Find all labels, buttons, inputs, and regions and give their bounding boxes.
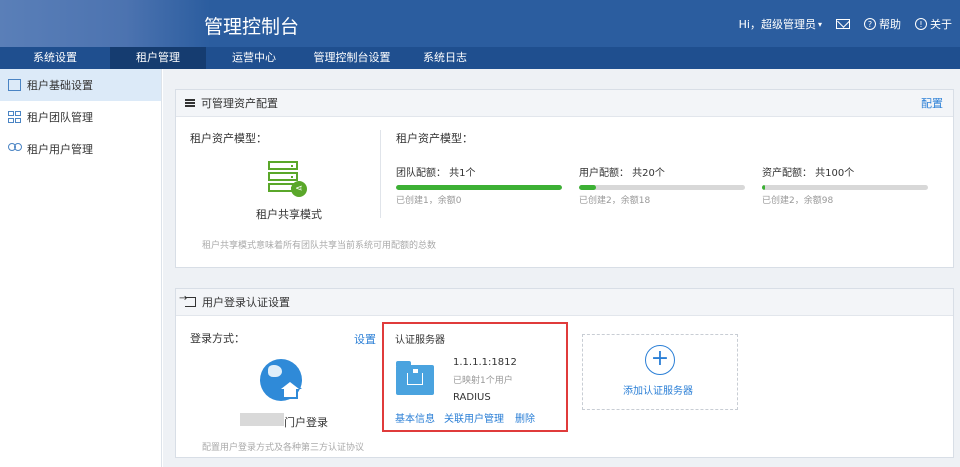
network-folder-icon xyxy=(396,361,434,395)
top-header: 管理控制台 Hi，超级管理员 ▾ ? 帮助 ! 关于 xyxy=(0,0,960,47)
user-menu[interactable]: Hi，超级管理员 ▾ xyxy=(739,16,822,32)
panel-footnote: 租户共享模式意味着所有团队共享当前系统可用配额的总数 xyxy=(202,241,437,251)
quota-progress xyxy=(762,185,928,190)
quota-title: 资产配额： 共100个 xyxy=(762,168,855,179)
quota-sub: 已创建2，余额98 xyxy=(762,196,834,206)
sidebar: 租户基础设置 租户团队管理 租户用户管理 xyxy=(0,69,162,467)
sidebar-item-tenant-team[interactable]: 租户团队管理 xyxy=(0,101,161,133)
delete-link[interactable]: 删除 xyxy=(515,410,535,425)
app-title: 管理控制台 xyxy=(204,16,300,38)
server-section-title: 认证服务器 xyxy=(395,335,445,346)
portal-login-label: 门户登录 xyxy=(284,416,328,429)
asset-config-panel: 可管理资产配置 配置 租户资产模型： ⋖ 租户共享模式 租户资产模型： 团队配额… xyxy=(175,89,954,268)
model-name: 租户共享模式 xyxy=(256,208,322,221)
panel-title: 可管理资产配置 xyxy=(201,97,278,110)
tab-tenant-management[interactable]: 租户管理 xyxy=(110,47,206,69)
tab-system-settings[interactable]: 系统设置 xyxy=(0,47,110,69)
login-icon xyxy=(179,293,196,307)
building-icon xyxy=(8,79,21,91)
user-greeting: Hi，超级管理员 xyxy=(738,18,816,31)
header-actions: Hi，超级管理员 ▾ ? 帮助 ! 关于 xyxy=(725,16,952,32)
tab-console-settings[interactable]: 管理控制台设置 xyxy=(302,47,402,69)
info-icon: ! xyxy=(915,18,927,30)
help-label: 帮助 xyxy=(879,18,901,31)
main-nav: 系统设置 租户管理 运营中心 管理控制台设置 系统日志 xyxy=(0,47,960,69)
auth-config-panel: 用户登录认证设置 登录方式： 设置 门户登录 认证服务器 1.1.1.1:181… xyxy=(175,288,954,458)
help-icon: ? xyxy=(864,18,876,30)
panel-footnote: 配置用户登录方式及各种第三方认证协议 xyxy=(202,443,365,453)
plus-icon: + xyxy=(645,345,675,375)
quota-sub: 已创建2，余额18 xyxy=(579,196,651,206)
mail-icon xyxy=(836,19,850,29)
server-type: RADIUS xyxy=(453,392,491,403)
main-content: 可管理资产配置 配置 租户资产模型： ⋖ 租户共享模式 租户资产模型： 团队配额… xyxy=(163,69,960,467)
help-button[interactable]: ? 帮助 xyxy=(864,16,901,32)
sidebar-item-label: 租户团队管理 xyxy=(27,111,93,124)
panel-header: 用户登录认证设置 xyxy=(176,289,953,316)
divider xyxy=(380,130,381,218)
server-mapped: 已映射1个用户 xyxy=(453,376,513,386)
grid-icon xyxy=(8,111,21,123)
chevron-down-icon: ▾ xyxy=(817,19,822,29)
list-icon xyxy=(185,99,195,107)
sidebar-item-label: 租户用户管理 xyxy=(27,143,93,156)
settings-link[interactable]: 设置 xyxy=(354,331,376,347)
tab-system-log[interactable]: 系统日志 xyxy=(402,47,488,69)
sidebar-item-tenant-basic[interactable]: 租户基础设置 xyxy=(0,69,161,101)
panel-header: 可管理资产配置 配置 xyxy=(176,90,953,117)
model-label-right: 租户资产模型： xyxy=(396,132,473,145)
quota-title: 用户配额： 共20个 xyxy=(579,168,665,179)
about-label: 关于 xyxy=(930,18,952,31)
sidebar-item-label: 租户基础设置 xyxy=(27,79,93,92)
linked-users-link[interactable]: 关联用户管理 xyxy=(444,410,504,425)
quota-sub: 已创建1，余额0 xyxy=(396,196,462,206)
auth-server-card: 认证服务器 1.1.1.1:1812 已映射1个用户 RADIUS 基本信息 关… xyxy=(382,322,568,432)
panel-title: 用户登录认证设置 xyxy=(202,296,290,309)
mail-button[interactable] xyxy=(836,19,850,29)
brand-logo xyxy=(0,0,210,47)
users-icon xyxy=(8,143,22,155)
asset-quota: 资产配额： 共100个 已创建2，余额98 xyxy=(762,164,928,206)
add-server-label: 添加认证服务器 xyxy=(623,386,693,397)
model-label-left: 租户资产模型： xyxy=(190,132,267,145)
shared-server-icon: ⋖ xyxy=(268,161,307,197)
config-link[interactable]: 配置 xyxy=(921,95,943,111)
quota-progress xyxy=(396,185,562,190)
home-icon xyxy=(278,379,302,399)
redacted-text xyxy=(240,413,284,426)
about-button[interactable]: ! 关于 xyxy=(915,16,952,32)
quota-title: 团队配额： 共1个 xyxy=(396,168,476,179)
sidebar-item-tenant-user[interactable]: 租户用户管理 xyxy=(0,133,161,165)
basic-info-link[interactable]: 基本信息 xyxy=(395,410,435,425)
user-quota: 用户配额： 共20个 已创建2，余额18 xyxy=(579,164,745,206)
add-auth-server-button[interactable]: + 添加认证服务器 xyxy=(582,334,738,410)
quota-progress xyxy=(579,185,745,190)
team-quota: 团队配额： 共1个 已创建1，余额0 xyxy=(396,164,562,206)
server-address: 1.1.1.1:1812 xyxy=(453,357,517,368)
tab-operations-center[interactable]: 运营中心 xyxy=(206,47,302,69)
login-method-label: 登录方式： xyxy=(190,332,245,345)
